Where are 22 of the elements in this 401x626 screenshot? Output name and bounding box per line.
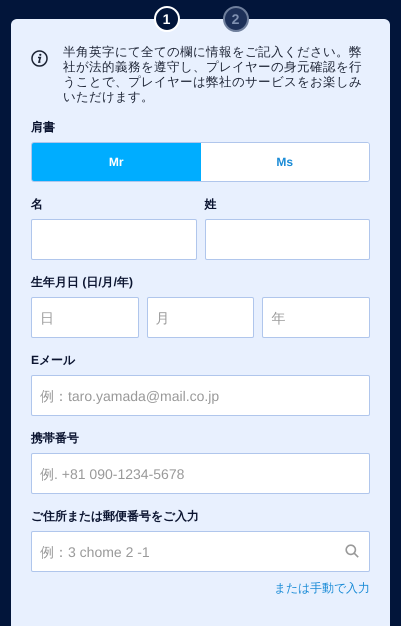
info-icon [31,50,48,67]
manual-entry-link[interactable]: または手動で入力 [274,580,370,597]
field-label: ご住所または郵便番号をご入力 [31,508,200,524]
field-label: Eメール [31,352,76,368]
field-label: 生年月日 (日/月/年) [31,274,134,290]
step-indicator: 1 [154,6,180,32]
input-field[interactable]: 月 [146,297,254,338]
search-icon [345,544,359,558]
input-field[interactable] [31,219,196,260]
input-field[interactable]: 例：taro.yamada@mail.co.jp [31,375,370,416]
input-field[interactable]: 年 [262,297,370,338]
search-field[interactable]: 例：3 chome 2 -1 [31,531,370,572]
input-field[interactable]: 例. +81 090-1234-5678 [31,453,370,494]
input-field[interactable]: 日 [31,297,139,338]
notice-text: 半角英字にて全ての欄に情報をご記入ください。弊社が法的義務を遵守し、プレイヤーの身元確認を行うことで、プレイヤーは弊社のサービスをお楽しみいただけます。 [63,45,363,105]
field-label: 肩書 [31,119,56,135]
step-indicator: 2 [222,6,248,32]
field-label: 姓 [204,196,218,212]
field-label: 名 [31,196,44,212]
input-field[interactable] [204,219,370,260]
field-label: 携帯番号 [31,430,80,446]
title-option[interactable]: Mr [32,143,200,181]
